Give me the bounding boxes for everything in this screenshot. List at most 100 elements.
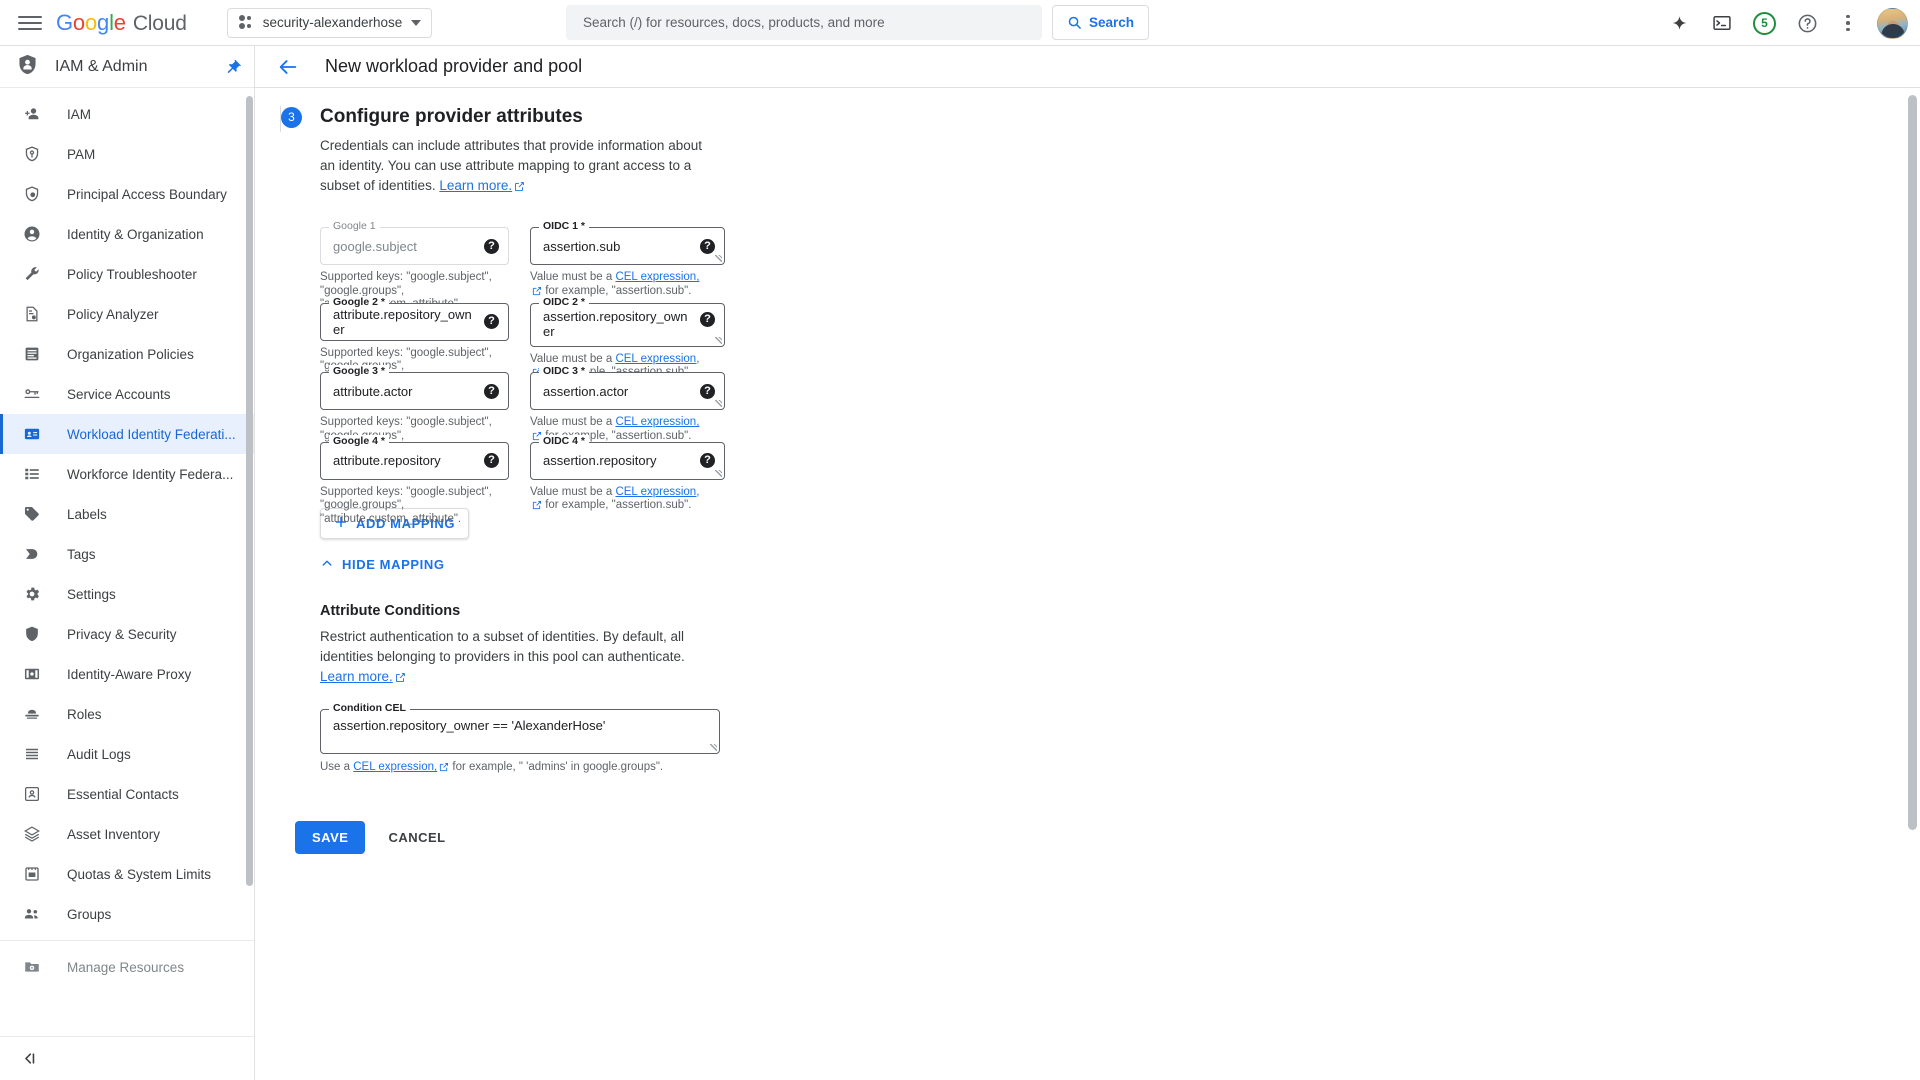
sidebar-item-label: PAM <box>67 146 96 162</box>
search-box[interactable] <box>566 5 1042 40</box>
pin-icon[interactable] <box>225 58 242 75</box>
sidebar-item-label: Service Accounts <box>67 386 171 402</box>
google-2-label: Google 2 * <box>329 295 389 308</box>
sidebar-scrollbar[interactable] <box>246 96 253 886</box>
sidebar-item-label: Labels <box>67 506 107 522</box>
cancel-button[interactable]: CANCEL <box>375 821 458 854</box>
chevron-up-icon <box>320 556 334 573</box>
main-content: 3 Configure provider attributes Credenti… <box>255 88 1920 1080</box>
save-button[interactable]: SAVE <box>295 820 366 854</box>
gear-icon <box>22 584 42 604</box>
id-card-icon <box>22 424 42 444</box>
google-3-field[interactable]: Google 3 * attribute.actor ? <box>320 365 509 410</box>
sidebar-item-label: Organization Policies <box>67 346 194 362</box>
hide-mapping-button[interactable]: HIDE MAPPING <box>314 549 451 579</box>
sidebar-item-label: Identity & Organization <box>67 226 204 242</box>
help-icon[interactable]: ? <box>700 383 715 399</box>
google-3-label: Google 3 * <box>329 365 389 377</box>
search-button[interactable]: Search <box>1052 5 1150 40</box>
search-area: Search <box>566 5 1150 40</box>
sidebar-item-service-accounts[interactable]: Service Accounts <box>0 374 254 414</box>
notification-count-badge[interactable]: 5 <box>1753 11 1776 35</box>
help-icon[interactable]: ? <box>484 453 499 468</box>
help-icon[interactable]: ? <box>700 453 715 468</box>
sidebar-item-identity-aware-proxy[interactable]: Identity-Aware Proxy <box>0 654 254 694</box>
page-scrollbar[interactable] <box>1908 95 1917 830</box>
resize-handle[interactable] <box>715 400 722 407</box>
cel-hint-prefix: Use a <box>320 761 354 773</box>
cloud-shell-icon[interactable] <box>1710 11 1734 35</box>
sidebar-item-essential-contacts[interactable]: Essential Contacts <box>0 774 254 814</box>
oidc-2-field[interactable]: OIDC 2 * assertion.repository_owner ? <box>530 295 725 347</box>
sidebar-item-settings[interactable]: Settings <box>0 574 254 614</box>
help-icon[interactable]: ? <box>700 238 715 254</box>
resize-handle[interactable] <box>710 744 717 751</box>
collapse-nav-icon[interactable] <box>20 1049 39 1068</box>
google-cloud-logo[interactable]: Google Cloud <box>56 10 187 36</box>
sidebar-item-labels[interactable]: Labels <box>0 494 254 534</box>
sidebar-item-pam[interactable]: PAM <box>0 134 254 174</box>
hamburger-menu-icon[interactable] <box>18 11 42 35</box>
nav-scroll-area: IAM PAM Principal Access Boundary Identi… <box>0 88 254 993</box>
cel-expression-link[interactable]: CEL expression, <box>615 416 699 428</box>
sidebar-item-organization-policies[interactable]: Organization Policies <box>0 334 254 374</box>
document-search-icon <box>22 304 42 324</box>
cel-expression-link[interactable]: CEL expression, <box>615 486 699 498</box>
google-1-field[interactable]: Google 1 google.subject ? <box>320 220 509 265</box>
help-icon[interactable]: ? <box>700 311 715 327</box>
help-icon[interactable]: ? <box>484 314 499 329</box>
condition-cel-field[interactable]: Condition CEL assertion.repository_owner… <box>320 702 720 777</box>
sidebar-item-label: Identity-Aware Proxy <box>67 666 192 682</box>
oidc-1-field[interactable]: OIDC 1 * assertion.sub ? <box>530 220 725 265</box>
step-learn-more-link[interactable]: Learn more. <box>439 178 512 193</box>
project-selector[interactable]: security-alexanderhose <box>226 7 433 38</box>
sidebar-item-label: IAM <box>67 106 92 122</box>
sidebar-item-policy-analyzer[interactable]: Policy Analyzer <box>0 294 254 334</box>
more-options-icon[interactable] <box>1838 14 1858 32</box>
google-3-value: attribute.actor <box>333 383 413 399</box>
google-2-field[interactable]: Google 2 * attribute.repository_owner ? <box>320 295 509 341</box>
sidebar-item-principal-access-boundary[interactable]: Principal Access Boundary <box>0 174 254 214</box>
sidebar-item-label: Quotas & System Limits <box>67 866 212 882</box>
resize-handle[interactable] <box>715 469 722 477</box>
step-description: Credentials can include attributes that … <box>320 136 720 198</box>
sidebar-item-audit-logs[interactable]: Audit Logs <box>0 734 254 774</box>
cel-expression-link[interactable]: CEL expression, <box>615 271 699 283</box>
audit-lines-icon <box>22 744 42 764</box>
search-button-label: Search <box>1089 15 1135 30</box>
resize-handle[interactable] <box>715 336 722 344</box>
sidebar-item-workforce-identity-federation[interactable]: Workforce Identity Federa... <box>0 454 254 494</box>
sidebar-item-workload-identity-federation[interactable]: Workload Identity Federati... <box>0 414 254 454</box>
back-arrow-icon[interactable] <box>277 56 299 78</box>
conditions-learn-more-link[interactable]: Learn more. <box>320 669 393 684</box>
oidc-4-field[interactable]: OIDC 4 * assertion.repository ? <box>530 434 725 480</box>
avatar[interactable] <box>1877 7 1908 39</box>
google-4-field[interactable]: Google 4 * attribute.repository ? <box>320 434 509 480</box>
sidebar-item-iam[interactable]: IAM <box>0 94 254 134</box>
sidebar-item-roles[interactable]: Roles <box>0 694 254 734</box>
help-icon[interactable]: ? <box>484 383 499 399</box>
attribute-conditions-description: Restrict authentication to a subset of i… <box>320 627 720 689</box>
search-input[interactable] <box>581 14 1027 31</box>
sidebar-item-tags[interactable]: Tags <box>0 534 254 574</box>
sidebar-item-privacy-security[interactable]: Privacy & Security <box>0 614 254 654</box>
list-bullet-icon <box>22 464 42 484</box>
sidebar-item-quotas-system-limits[interactable]: Quotas & System Limits <box>0 854 254 894</box>
gemini-sparkle-icon[interactable] <box>1667 11 1691 35</box>
sidebar-item-identity-organization[interactable]: Identity & Organization <box>0 214 254 254</box>
sidebar-item-asset-inventory[interactable]: Asset Inventory <box>0 814 254 854</box>
attribute-conditions-title: Attribute Conditions <box>320 603 461 619</box>
account-circle-icon <box>22 224 42 244</box>
resize-handle[interactable] <box>715 255 722 262</box>
help-icon[interactable] <box>1795 11 1819 35</box>
sidebar-item-manage-resources[interactable]: Manage Resources <box>0 947 254 987</box>
help-icon[interactable]: ? <box>484 238 499 254</box>
cel-expression-link[interactable]: CEL expression, <box>353 761 437 773</box>
condition-cel-label: Condition CEL <box>329 702 410 714</box>
top-bar-actions: 5 <box>1667 0 1908 46</box>
sidebar-item-groups[interactable]: Groups <box>0 894 254 934</box>
oidc-3-field[interactable]: OIDC 3 * assertion.actor ? <box>530 365 725 410</box>
sidebar-item-label: Policy Analyzer <box>67 306 159 322</box>
oidc-attribute-column: OIDC 4 * assertion.repository ? Value mu… <box>530 431 725 527</box>
sidebar-item-policy-troubleshooter[interactable]: Policy Troubleshooter <box>0 254 254 294</box>
